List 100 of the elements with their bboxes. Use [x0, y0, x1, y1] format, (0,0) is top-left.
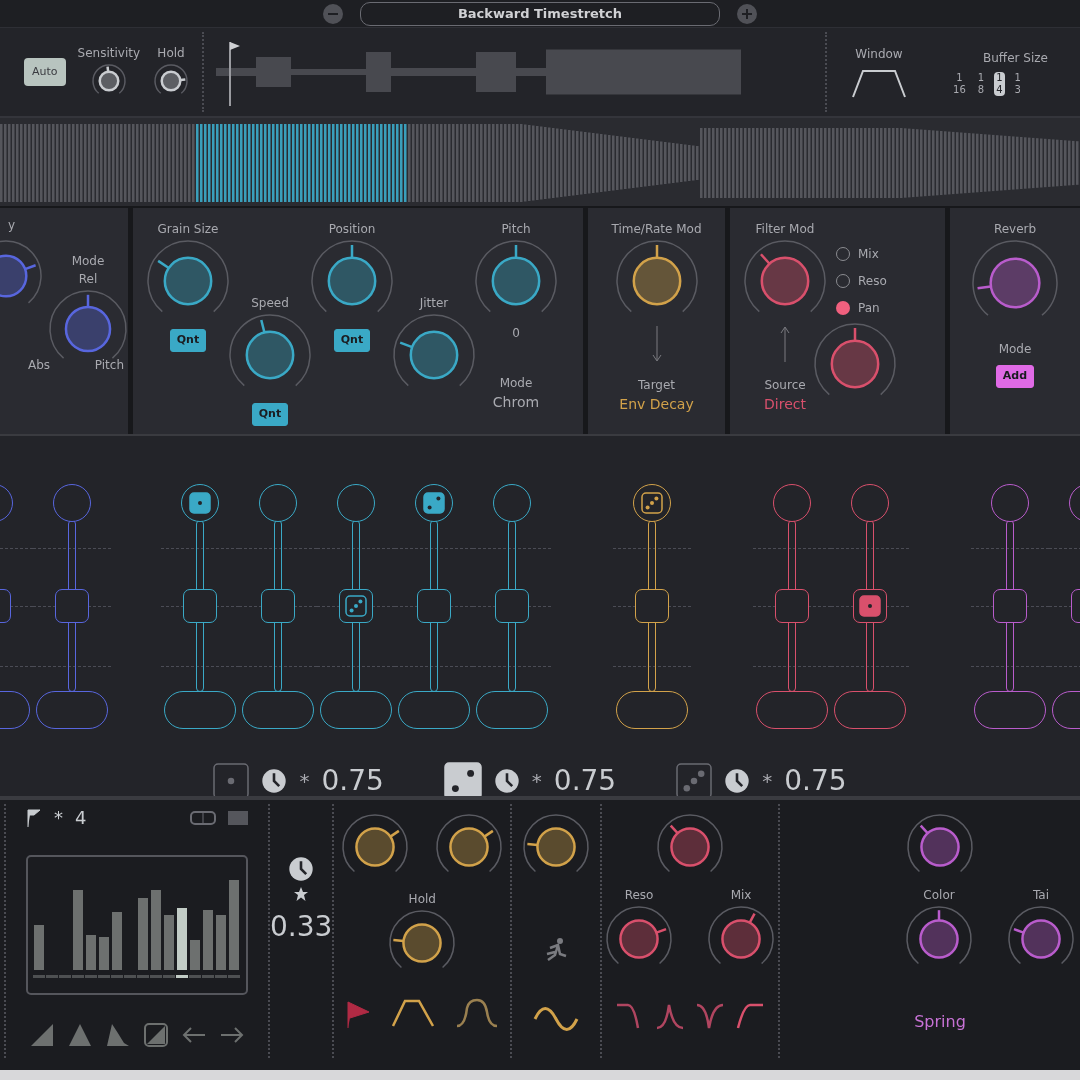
- knob-label: Mode: [71, 253, 105, 270]
- knob-label: Pitch: [94, 357, 124, 374]
- link-icon[interactable]: [190, 810, 216, 825]
- reverb-type[interactable]: Spring: [914, 1010, 966, 1034]
- mod-lane-thumb[interactable]: [183, 589, 217, 623]
- target-value: Env Decay: [619, 395, 694, 414]
- knob-label: Mix: [730, 887, 752, 904]
- star-icon: [293, 886, 310, 902]
- mod-amount-pill[interactable]: [36, 691, 108, 729]
- mod-source-slot[interactable]: [851, 484, 889, 522]
- die-icon: [423, 492, 445, 514]
- mod-source-slot[interactable]: [181, 484, 219, 522]
- mod-amount-pill[interactable]: [164, 691, 236, 729]
- buffer-size-option[interactable]: 1 4: [994, 71, 1005, 96]
- knob-label: Reverb: [993, 221, 1037, 238]
- knob-label: Reso: [624, 887, 654, 904]
- mod-amount-pill[interactable]: [974, 691, 1046, 729]
- knob-label: Hold: [157, 45, 185, 62]
- step-sequencer-drawing[interactable]: [26, 855, 248, 995]
- buffer-size-option[interactable]: 1 3: [1012, 71, 1023, 96]
- mod-amount-pill[interactable]: [242, 691, 314, 729]
- mod-lane-thumb[interactable]: [853, 589, 887, 623]
- flag-icon[interactable]: [345, 1000, 372, 1028]
- knob-label: Buffer Size: [983, 49, 1048, 67]
- mod-lane-thumb[interactable]: [55, 589, 89, 623]
- mod-amount-pill[interactable]: [398, 691, 470, 729]
- mod-lane-thumb[interactable]: [635, 589, 669, 623]
- notch-shape-icon[interactable]: [696, 1002, 725, 1030]
- clock-icon: [288, 856, 315, 882]
- mod-source-slot[interactable]: [991, 484, 1029, 522]
- radio-label: Mix: [858, 245, 879, 263]
- multiplier-value: 0.75: [321, 763, 384, 799]
- multiplier-value: 0.75: [553, 763, 617, 799]
- mod-lane-thumb[interactable]: [261, 589, 295, 623]
- mod-lane-thumb[interactable]: [339, 589, 373, 623]
- knob-label: Time/Rate Mod: [611, 221, 702, 238]
- sine-wave-icon[interactable]: [533, 1004, 580, 1034]
- mod-lane-thumb[interactable]: [495, 589, 529, 623]
- preset-name-field[interactable]: Backward Timestretch: [360, 1, 720, 26]
- knob-label: Mode: [998, 341, 1032, 358]
- buffer-size-option[interactable]: 1 16: [951, 71, 968, 96]
- mod-lane-thumb[interactable]: [417, 589, 451, 623]
- auto-button[interactable]: Auto: [24, 57, 66, 87]
- highpass-shape-icon[interactable]: [736, 1002, 765, 1030]
- ramp-shape-icon[interactable]: [30, 1023, 54, 1047]
- bell-shape-icon[interactable]: [455, 998, 500, 1028]
- die-icon: [345, 595, 367, 617]
- source-value: Direct: [764, 395, 806, 414]
- mod-amount-pill[interactable]: [756, 691, 828, 729]
- knob-label: y: [8, 217, 16, 234]
- quantize-button[interactable]: Qnt: [169, 329, 207, 352]
- rate-value: 0.33: [270, 909, 333, 945]
- knob-label: Pitch: [501, 221, 531, 238]
- square-icon[interactable]: [228, 810, 248, 825]
- mod-lane-thumb[interactable]: [775, 589, 809, 623]
- flag-icon: [26, 808, 42, 827]
- mod-amount-pill[interactable]: [320, 691, 392, 729]
- square-shape-icon[interactable]: [144, 1023, 168, 1047]
- quantize-button[interactable]: Qnt: [251, 403, 289, 426]
- mode-value: Chrom: [492, 393, 540, 412]
- radio-button[interactable]: [836, 300, 850, 315]
- knob-label: Speed: [251, 295, 289, 312]
- multiplier-value: 0.75: [784, 763, 847, 799]
- multiplier-symbol: *: [531, 768, 542, 795]
- bandpass-shape-icon[interactable]: [656, 1002, 685, 1030]
- mod-source-slot[interactable]: [337, 484, 375, 522]
- mod-source-slot[interactable]: [415, 484, 453, 522]
- mod-amount-pill[interactable]: [834, 691, 906, 729]
- mod-amount-pill[interactable]: [476, 691, 548, 729]
- knob-label: Sensitivity: [77, 45, 141, 62]
- attack-release-shape-icon[interactable]: [391, 998, 436, 1028]
- knob-label: Tai: [1033, 887, 1049, 904]
- radio-label: Pan: [858, 299, 880, 317]
- mod-source-slot[interactable]: [633, 484, 671, 522]
- mod-amount-pill[interactable]: [616, 691, 688, 729]
- knob-label: Position: [328, 221, 376, 238]
- knob-label: Filter Mod: [755, 221, 815, 238]
- window-shape-icon[interactable]: [851, 67, 908, 99]
- knob-label: Rel: [78, 271, 98, 288]
- quantize-button[interactable]: Qnt: [333, 329, 371, 352]
- mod-source-slot[interactable]: [259, 484, 297, 522]
- die-icon: [859, 595, 881, 617]
- mod-source-slot[interactable]: [773, 484, 811, 522]
- sequencer-count: 4: [75, 806, 87, 830]
- triangle-shape-icon[interactable]: [68, 1023, 92, 1047]
- mode-button[interactable]: Add: [995, 365, 1035, 388]
- up-arrow-icon: [780, 324, 790, 364]
- knob-label: Window: [855, 46, 903, 63]
- knob-label: Target: [637, 377, 676, 394]
- knob-label: Abs: [28, 357, 51, 374]
- mod-source-slot[interactable]: [53, 484, 91, 522]
- decay-shape-icon[interactable]: [106, 1023, 130, 1047]
- knob-label: 0: [512, 325, 520, 342]
- down-arrow-icon: [651, 324, 662, 364]
- knob-label: Mode: [499, 375, 533, 392]
- knob-label: Jitter: [419, 295, 449, 312]
- multiplier-symbol: *: [762, 768, 773, 795]
- buffer-size-option[interactable]: 1 8: [975, 71, 987, 96]
- mod-source-slot[interactable]: [493, 484, 531, 522]
- mod-lane-thumb[interactable]: [993, 589, 1027, 623]
